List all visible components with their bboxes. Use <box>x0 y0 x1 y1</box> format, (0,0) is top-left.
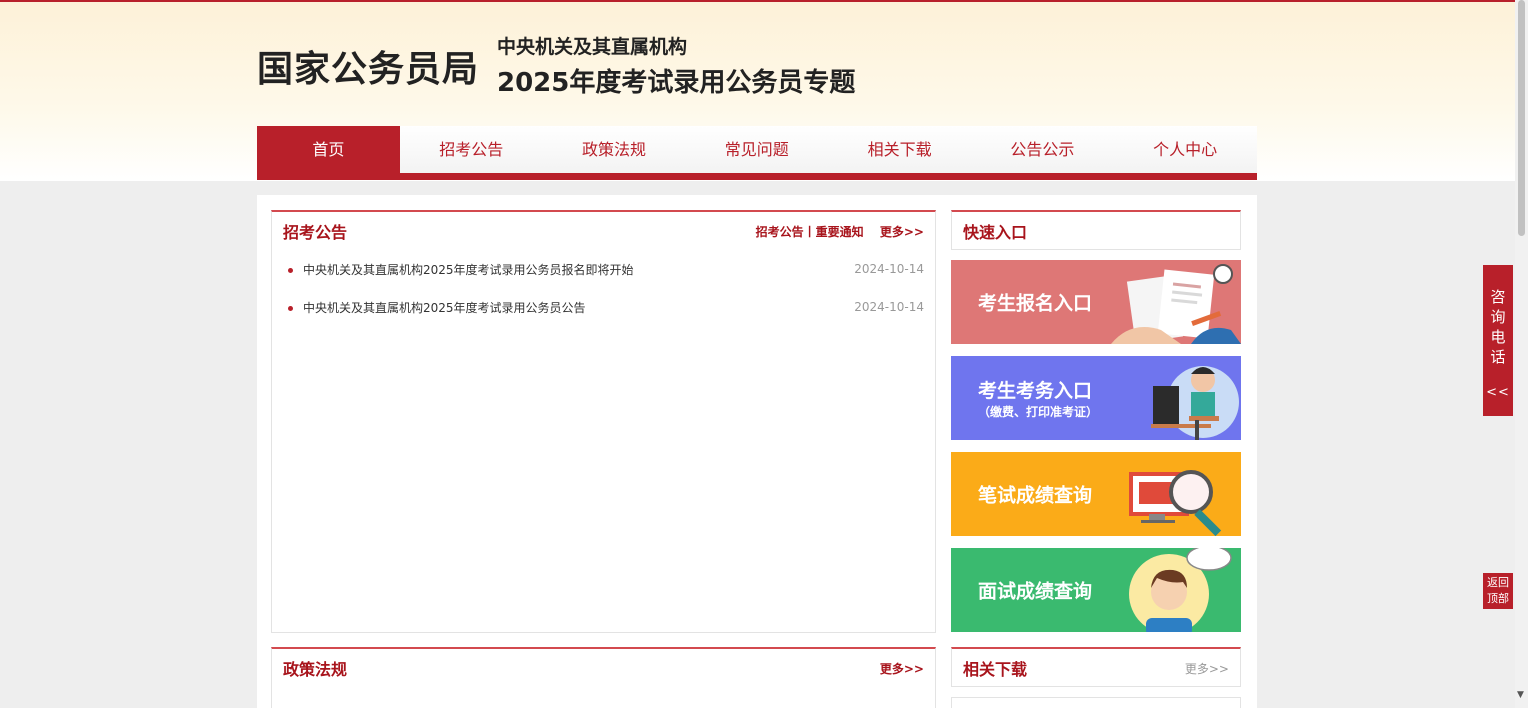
notice-title[interactable]: 中央机关及其直属机构2025年度考试录用公务员公告 <box>303 301 586 315</box>
magnifier-monitor-icon <box>1129 470 1222 536</box>
downloads-more-link[interactable]: 更多>> <box>1185 660 1229 677</box>
written-score-query-button[interactable]: 笔试成绩查询 <box>951 452 1241 536</box>
expand-arrows-icon: << <box>1486 385 1510 400</box>
announcements-links-group: 招考公告丨重要通知 更多>> <box>756 223 924 240</box>
policy-panel: 政策法规 更多>> <box>271 647 936 708</box>
consult-char: 询 <box>1490 308 1506 326</box>
bullet-icon <box>288 305 293 311</box>
tile-label: 面试成绩查询 <box>978 580 1093 603</box>
main-nav: 首页 招考公告 政策法规 常见问题 相关下载 公告公示 个人中心 <box>257 126 1257 180</box>
nav-item-home[interactable]: 首页 <box>257 126 400 173</box>
policy-header: 政策法规 更多>> <box>272 649 935 687</box>
tile-label: 考生报名入口 <box>978 292 1093 315</box>
page-scrollbar[interactable]: ▼ <box>1515 0 1528 708</box>
downloads-title: 相关下载 <box>963 660 1028 679</box>
header-subtitle-top: 中央机关及其直属机构 <box>497 36 688 58</box>
tile-label-group: 考生考务入口 （缴费、打印准考证） <box>978 376 1098 420</box>
announcements-tab-links[interactable]: 招考公告丨重要通知 <box>756 225 864 239</box>
scrollbar-thumb[interactable] <box>1518 0 1525 236</box>
exam-registration-entry-button[interactable]: 考生报名入口 <box>951 260 1241 344</box>
application-form-icon <box>1111 264 1241 344</box>
consult-char: 咨 <box>1490 288 1506 306</box>
bullet-icon <box>288 267 293 273</box>
list-item[interactable]: 中央机关及其直属机构2025年度考试录用公务员报名即将开始 2024-10-14 <box>288 250 924 288</box>
tile-label: 笔试成绩查询 <box>978 484 1093 507</box>
tile-label: 考生考务入口 <box>978 380 1093 402</box>
student-at-computer-icon <box>1151 366 1239 440</box>
quick-entry-panel: 快速入口 <box>951 210 1241 250</box>
downloads-header: 相关下载 更多>> <box>952 649 1240 687</box>
policy-more-link[interactable]: 更多>> <box>880 660 924 677</box>
nav-item-policies[interactable]: 政策法规 <box>543 126 686 173</box>
announcements-panel: 招考公告 招考公告丨重要通知 更多>> 中央机关及其直属机构2025年度考试录用… <box>271 210 936 633</box>
announcements-header: 招考公告 招考公告丨重要通知 更多>> <box>272 212 935 250</box>
policy-title: 政策法规 <box>283 660 348 679</box>
downloads-panel: 相关下载 更多>> <box>951 647 1241 687</box>
nav-item-publicity[interactable]: 公告公示 <box>971 126 1114 173</box>
back-top-label: 返回 <box>1487 576 1509 589</box>
nav-item-announcements[interactable]: 招考公告 <box>400 126 543 173</box>
notice-title[interactable]: 中央机关及其直属机构2025年度考试录用公务员报名即将开始 <box>303 263 634 277</box>
exam-affairs-entry-button[interactable]: 考生考务入口 （缴费、打印准考证） <box>951 356 1241 440</box>
announcements-title: 招考公告 <box>283 223 348 242</box>
header-subtitle-main: 2025年度考试录用公务员专题 <box>497 68 856 98</box>
interview-person-icon <box>1129 548 1232 632</box>
interview-score-query-button[interactable]: 面试成绩查询 <box>951 548 1241 632</box>
quick-entry-title: 快速入口 <box>963 223 1028 242</box>
notice-date: 2024-10-14 <box>854 262 924 276</box>
tile-sublabel: （缴费、打印准考证） <box>978 405 1099 419</box>
quick-entry-header: 快速入口 <box>952 212 1240 250</box>
main-content: 招考公告 招考公告丨重要通知 更多>> 中央机关及其直属机构2025年度考试录用… <box>257 195 1257 708</box>
back-top-label: 顶部 <box>1487 592 1509 605</box>
notice-date: 2024-10-14 <box>854 300 924 314</box>
site-logo-title[interactable]: 国家公务员局 <box>257 40 479 92</box>
consult-char: 电 <box>1490 328 1506 346</box>
nav-item-downloads[interactable]: 相关下载 <box>828 126 971 173</box>
consult-phone-tab[interactable]: 咨 询 电 话 << <box>1483 265 1513 416</box>
announcements-list: 中央机关及其直属机构2025年度考试录用公务员报名即将开始 2024-10-14… <box>272 250 935 326</box>
announcements-more-link[interactable]: 更多>> <box>880 225 924 239</box>
consult-char: 话 <box>1490 348 1506 366</box>
back-to-top-button[interactable]: 返回 顶部 <box>1483 573 1513 609</box>
list-item[interactable]: 中央机关及其直属机构2025年度考试录用公务员公告 2024-10-14 <box>288 288 924 326</box>
nav-item-personal-center[interactable]: 个人中心 <box>1114 126 1257 173</box>
scroll-down-arrow-icon[interactable]: ▼ <box>1517 690 1524 700</box>
nav-item-faq[interactable]: 常见问题 <box>685 126 828 173</box>
downloads-list-panel <box>951 697 1241 708</box>
